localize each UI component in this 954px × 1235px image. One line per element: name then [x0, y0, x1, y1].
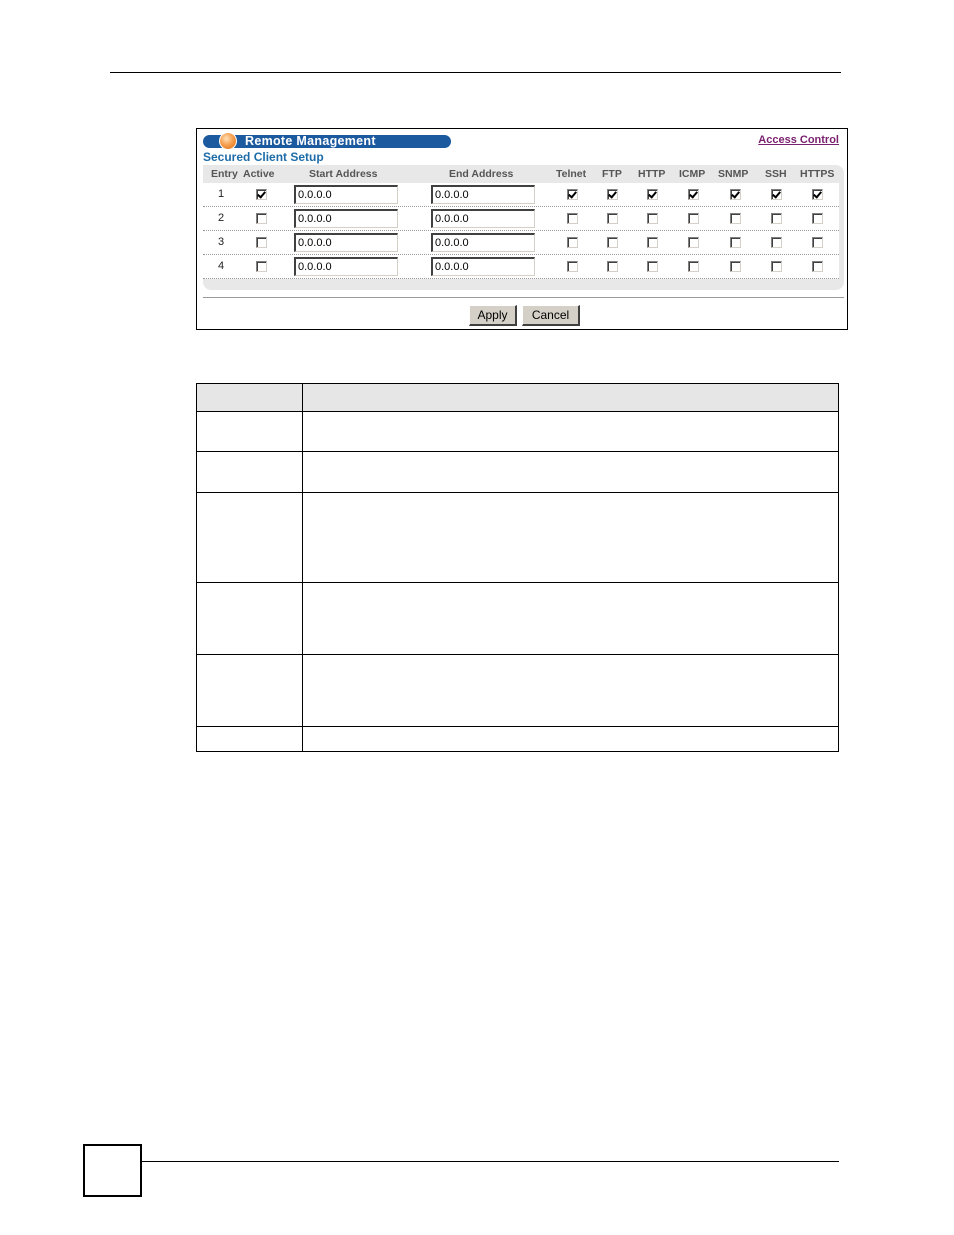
icmp-checkbox[interactable]: [688, 237, 699, 248]
telnet-checkbox[interactable]: [567, 213, 578, 224]
table-row: 3: [203, 231, 839, 255]
entry-number: 3: [217, 236, 225, 248]
telnet-checkbox[interactable]: [567, 237, 578, 248]
grid-body: 1 2 3 4: [203, 183, 839, 279]
header-snmp: SNMP: [718, 168, 749, 180]
secured-client-grid: Entry Active Start Address End Address T…: [203, 165, 844, 290]
page-header-rule: [110, 72, 841, 73]
label-cell: [196, 654, 303, 727]
label-cell: [196, 492, 303, 583]
http-checkbox[interactable]: [647, 189, 658, 200]
header-ftp: FTP: [602, 168, 622, 180]
active-checkbox[interactable]: [256, 237, 267, 248]
https-checkbox[interactable]: [812, 261, 823, 272]
end-address-input[interactable]: [431, 209, 535, 228]
header-active: Active: [243, 168, 275, 180]
section-subtitle: Secured Client Setup: [203, 150, 324, 164]
header-icmp: ICMP: [679, 168, 706, 180]
https-checkbox[interactable]: [812, 237, 823, 248]
icmp-checkbox[interactable]: [688, 261, 699, 272]
end-address-input[interactable]: [431, 185, 535, 204]
icmp-checkbox[interactable]: [688, 189, 699, 200]
divider: [203, 297, 844, 298]
label-header-cell: [196, 383, 303, 412]
snmp-checkbox[interactable]: [730, 189, 741, 200]
header-entry: Entry: [211, 168, 238, 180]
active-checkbox[interactable]: [256, 261, 267, 272]
orange-ball-icon: [219, 132, 237, 150]
label-cell: [196, 411, 303, 452]
http-checkbox[interactable]: [647, 261, 658, 272]
entry-number: 4: [217, 260, 225, 272]
snmp-checkbox[interactable]: [730, 213, 741, 224]
description-cell: [302, 492, 839, 583]
start-address-input[interactable]: [294, 233, 398, 252]
table-row: [196, 582, 839, 655]
table-row: [196, 726, 839, 752]
https-checkbox[interactable]: [812, 189, 823, 200]
header-https: HTTPS: [800, 168, 835, 180]
end-address-input[interactable]: [431, 257, 535, 276]
header-http: HTTP: [638, 168, 666, 180]
start-address-input[interactable]: [294, 209, 398, 228]
table-row: [196, 654, 839, 727]
icmp-checkbox[interactable]: [688, 213, 699, 224]
http-checkbox[interactable]: [647, 213, 658, 224]
ssh-checkbox[interactable]: [771, 213, 782, 224]
ftp-checkbox[interactable]: [607, 237, 618, 248]
table-row: [196, 492, 839, 583]
header-end-address: End Address: [449, 168, 514, 180]
label-cell: [196, 451, 303, 493]
table-row: [196, 411, 839, 452]
remote-management-panel: Remote Management Access Control Secured…: [196, 128, 848, 330]
table-header-row: [196, 383, 839, 412]
page-footer-rule: [140, 1161, 839, 1162]
ftp-checkbox[interactable]: [607, 261, 618, 272]
description-cell: [302, 654, 839, 727]
ssh-checkbox[interactable]: [771, 261, 782, 272]
snmp-checkbox[interactable]: [730, 237, 741, 248]
page-number-box: [83, 1144, 142, 1197]
description-cell: [302, 726, 839, 752]
active-checkbox[interactable]: [256, 189, 267, 200]
telnet-checkbox[interactable]: [567, 189, 578, 200]
telnet-checkbox[interactable]: [567, 261, 578, 272]
entry-number: 2: [217, 212, 225, 224]
entry-number: 1: [217, 188, 225, 200]
header-ssh: SSH: [765, 168, 787, 180]
end-address-input[interactable]: [431, 233, 535, 252]
http-checkbox[interactable]: [647, 237, 658, 248]
description-header-cell: [302, 383, 839, 412]
field-description-table: [196, 383, 839, 752]
description-cell: [302, 582, 839, 655]
apply-button[interactable]: Apply: [469, 305, 517, 326]
access-control-link[interactable]: Access Control: [758, 134, 839, 146]
description-cell: [302, 451, 839, 493]
title-bar: Remote Management: [203, 132, 451, 150]
table-row: [196, 451, 839, 493]
ftp-checkbox[interactable]: [607, 189, 618, 200]
ssh-checkbox[interactable]: [771, 189, 782, 200]
https-checkbox[interactable]: [812, 213, 823, 224]
label-cell: [196, 582, 303, 655]
cancel-button[interactable]: Cancel: [522, 305, 580, 326]
panel-title: Remote Management: [245, 134, 376, 148]
header-telnet: Telnet: [556, 168, 587, 180]
active-checkbox[interactable]: [256, 213, 267, 224]
start-address-input[interactable]: [294, 185, 398, 204]
ftp-checkbox[interactable]: [607, 213, 618, 224]
header-start-address: Start Address: [309, 168, 378, 180]
table-row: 4: [203, 255, 839, 279]
table-row: 1: [203, 183, 839, 207]
table-row: 2: [203, 207, 839, 231]
start-address-input[interactable]: [294, 257, 398, 276]
snmp-checkbox[interactable]: [730, 261, 741, 272]
ssh-checkbox[interactable]: [771, 237, 782, 248]
label-cell: [196, 726, 303, 752]
description-cell: [302, 411, 839, 452]
